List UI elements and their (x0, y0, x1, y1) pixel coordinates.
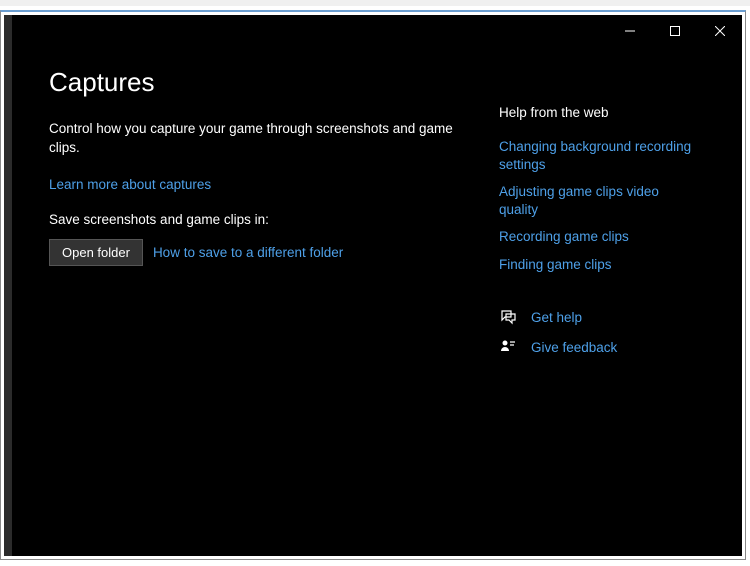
close-button[interactable] (697, 16, 742, 46)
open-folder-button[interactable]: Open folder (49, 239, 143, 266)
save-location-label: Save screenshots and game clips in: (49, 212, 469, 227)
give-feedback-link[interactable]: Give feedback (531, 340, 617, 355)
help-link-recording-clips[interactable]: Recording game clips (499, 228, 699, 246)
give-feedback-row[interactable]: Give feedback (499, 338, 699, 356)
ribbon-bar (0, 0, 750, 6)
page-title: Captures (49, 67, 469, 98)
get-help-link[interactable]: Get help (531, 310, 582, 325)
outer-window-border: Captures Control how you capture your ga… (0, 10, 746, 560)
folder-row: Open folder How to save to a different f… (49, 239, 469, 266)
titlebar (14, 15, 742, 47)
main-column: Captures Control how you capture your ga… (49, 67, 469, 368)
save-different-folder-link[interactable]: How to save to a different folder (153, 245, 343, 260)
help-link-recording-settings[interactable]: Changing background recording settings (499, 138, 699, 173)
maximize-button[interactable] (652, 16, 697, 46)
help-links-list: Changing background recording settings A… (499, 138, 699, 273)
settings-window: Captures Control how you capture your ga… (4, 15, 742, 556)
get-help-row[interactable]: Get help (499, 308, 699, 326)
content-area: Captures Control how you capture your ga… (14, 47, 742, 368)
page-description: Control how you capture your game throug… (49, 120, 469, 158)
left-accent-stripe (4, 15, 12, 556)
help-link-finding-clips[interactable]: Finding game clips (499, 256, 699, 274)
chat-icon (499, 308, 517, 326)
sidebar-column: Help from the web Changing background re… (469, 67, 699, 368)
help-link-video-quality[interactable]: Adjusting game clips video quality (499, 183, 699, 218)
feedback-icon (499, 338, 517, 356)
help-heading: Help from the web (499, 105, 699, 120)
learn-more-link[interactable]: Learn more about captures (49, 177, 211, 192)
minimize-button[interactable] (607, 16, 652, 46)
